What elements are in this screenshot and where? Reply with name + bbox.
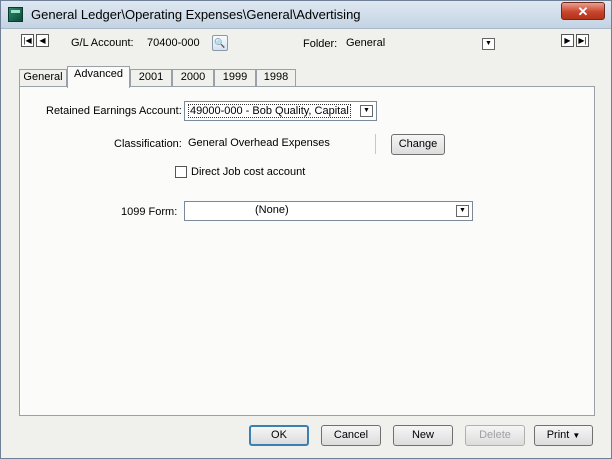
- classification-label: Classification:: [114, 138, 182, 150]
- tab-1998[interactable]: 1998: [256, 69, 296, 87]
- last-record-icon: ▶|: [578, 36, 587, 45]
- folder-select[interactable]: General ▼: [341, 34, 499, 53]
- tab-advanced[interactable]: Advanced: [67, 66, 130, 88]
- chevron-down-icon[interactable]: ▼: [456, 205, 469, 217]
- change-button[interactable]: Change: [391, 134, 445, 155]
- classification-field: General Overhead Expenses: [184, 134, 376, 154]
- first-record-button[interactable]: |◀: [21, 34, 34, 47]
- retained-earnings-label: Retained Earnings Account:: [46, 105, 182, 117]
- classification-value: General Overhead Expenses: [188, 137, 330, 149]
- prev-record-button[interactable]: ◀: [36, 34, 49, 47]
- form-1099-label: 1099 Form:: [121, 206, 178, 218]
- prev-record-icon: ◀: [39, 36, 46, 45]
- tab-2000[interactable]: 2000: [172, 69, 214, 87]
- chevron-down-icon[interactable]: ▼: [360, 105, 373, 117]
- window-title: General Ledger\Operating Expenses\Genera…: [31, 7, 361, 22]
- delete-button[interactable]: Delete: [465, 425, 525, 446]
- title-bar[interactable]: General Ledger\Operating Expenses\Genera…: [1, 1, 611, 29]
- close-icon: ✕: [577, 4, 589, 19]
- print-button[interactable]: Print ▼: [534, 425, 593, 446]
- chevron-down-icon[interactable]: ▼: [482, 38, 495, 50]
- gl-account-lookup-button[interactable]: 🔍: [212, 35, 228, 51]
- cancel-button[interactable]: Cancel: [321, 425, 381, 446]
- gl-account-value[interactable]: 70400-000: [147, 37, 200, 49]
- form-1099-select[interactable]: (None) ▼: [184, 201, 473, 221]
- folder-value: General: [346, 37, 386, 49]
- last-record-button[interactable]: ▶|: [576, 34, 589, 47]
- tab-general[interactable]: General: [19, 69, 67, 87]
- gl-account-window: General Ledger\Operating Expenses\Genera…: [0, 0, 612, 459]
- magnifier-icon: 🔍: [214, 38, 226, 48]
- new-button[interactable]: New: [393, 425, 453, 446]
- tab-2001[interactable]: 2001: [130, 69, 172, 87]
- chevron-down-icon: ▼: [572, 431, 581, 440]
- first-record-icon: |◀: [23, 36, 32, 45]
- gl-account-label: G/L Account:: [71, 37, 134, 49]
- retained-earnings-select[interactable]: 49000-000 - Bob Quality, Capital ▼: [184, 101, 377, 121]
- direct-job-cost-label[interactable]: Direct Job cost account: [191, 166, 305, 178]
- retained-earnings-value: 49000-000 - Bob Quality, Capital: [188, 104, 351, 118]
- next-record-button[interactable]: ▶: [561, 34, 574, 47]
- ok-button[interactable]: OK: [249, 425, 309, 446]
- tab-1999[interactable]: 1999: [214, 69, 256, 87]
- form-1099-value: (None): [255, 204, 289, 216]
- direct-job-cost-checkbox[interactable]: [175, 166, 187, 178]
- app-icon: [8, 7, 23, 22]
- next-record-icon: ▶: [564, 36, 571, 45]
- folder-label: Folder:: [303, 38, 338, 50]
- close-button[interactable]: ✕: [561, 2, 605, 20]
